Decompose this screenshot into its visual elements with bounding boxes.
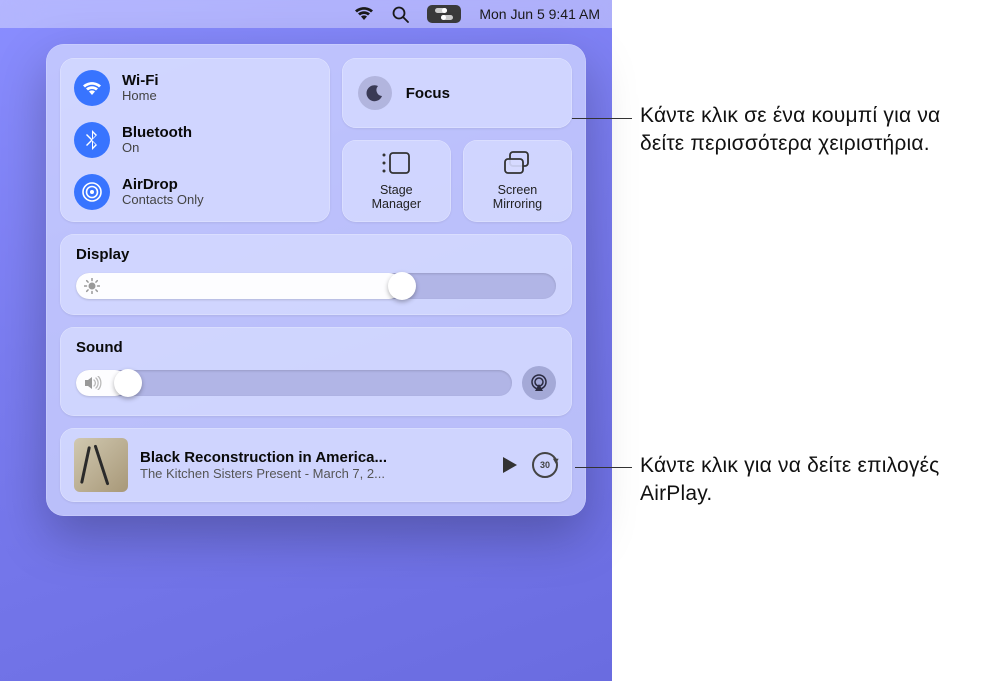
airdrop-toggle[interactable]: AirDrop Contacts Only [74,174,316,210]
bluetooth-label: Bluetooth [122,124,192,141]
media-track-subtitle: The Kitchen Sisters Present - March 7, 2… [140,466,490,481]
display-brightness-slider[interactable] [76,273,556,299]
connectivity-tile[interactable]: Wi-Fi Home Bluetooth On [60,58,330,222]
airdrop-icon [74,174,110,210]
focus-callout-text: Κάντε κλικ σε ένα κουμπί για να δείτε πε… [640,102,970,159]
control-center-panel: Wi-Fi Home Bluetooth On [46,44,586,516]
wifi-status: Home [122,89,159,104]
stage-manager-button[interactable]: Stage Manager [342,140,451,222]
speaker-icon [84,376,102,390]
focus-label: Focus [406,85,450,102]
stage-manager-icon [381,151,411,175]
display-label: Display [76,246,556,263]
airplay-icon [529,374,549,392]
airdrop-status: Contacts Only [122,193,204,208]
skip-forward-30-button[interactable]: 30 [532,452,558,478]
stage-manager-label: Stage Manager [372,183,421,211]
bluetooth-status: On [122,141,192,156]
sound-label: Sound [76,339,556,356]
media-track-title: Black Reconstruction in America... [140,449,490,466]
wifi-toggle[interactable]: Wi-Fi Home [74,70,316,106]
menubar-datetime[interactable]: Mon Jun 5 9:41 AM [479,6,600,22]
menubar: Mon Jun 5 9:41 AM [0,0,612,28]
wifi-label: Wi-Fi [122,72,159,89]
now-playing-tile[interactable]: Black Reconstruction in America... The K… [60,428,572,502]
moon-icon [358,76,392,110]
screen-mirroring-icon [502,151,532,175]
play-button[interactable] [502,456,518,474]
display-tile: Display [60,234,572,315]
screen-mirroring-button[interactable]: Screen Mirroring [463,140,572,222]
focus-button[interactable]: Focus [342,58,572,128]
bluetooth-icon [74,122,110,158]
airplay-audio-button[interactable] [522,366,556,400]
callout-line [575,467,632,468]
airplay-callout-text: Κάντε κλικ για να δείτε επιλογές AirPlay… [640,452,960,509]
spotlight-icon[interactable] [392,6,409,23]
screen-mirroring-label: Screen Mirroring [493,183,542,211]
bluetooth-toggle[interactable]: Bluetooth On [74,122,316,158]
wifi-icon [74,70,110,106]
desktop-background: Mon Jun 5 9:41 AM Wi-Fi Home [0,0,612,681]
album-art [74,438,128,492]
callout-line [572,118,632,119]
sound-volume-slider[interactable] [76,370,512,396]
sound-tile: Sound [60,327,572,416]
wifi-menubar-icon[interactable] [354,7,374,21]
airdrop-label: AirDrop [122,176,204,193]
brightness-icon [84,278,100,294]
control-center-menubar-icon[interactable] [427,5,461,23]
